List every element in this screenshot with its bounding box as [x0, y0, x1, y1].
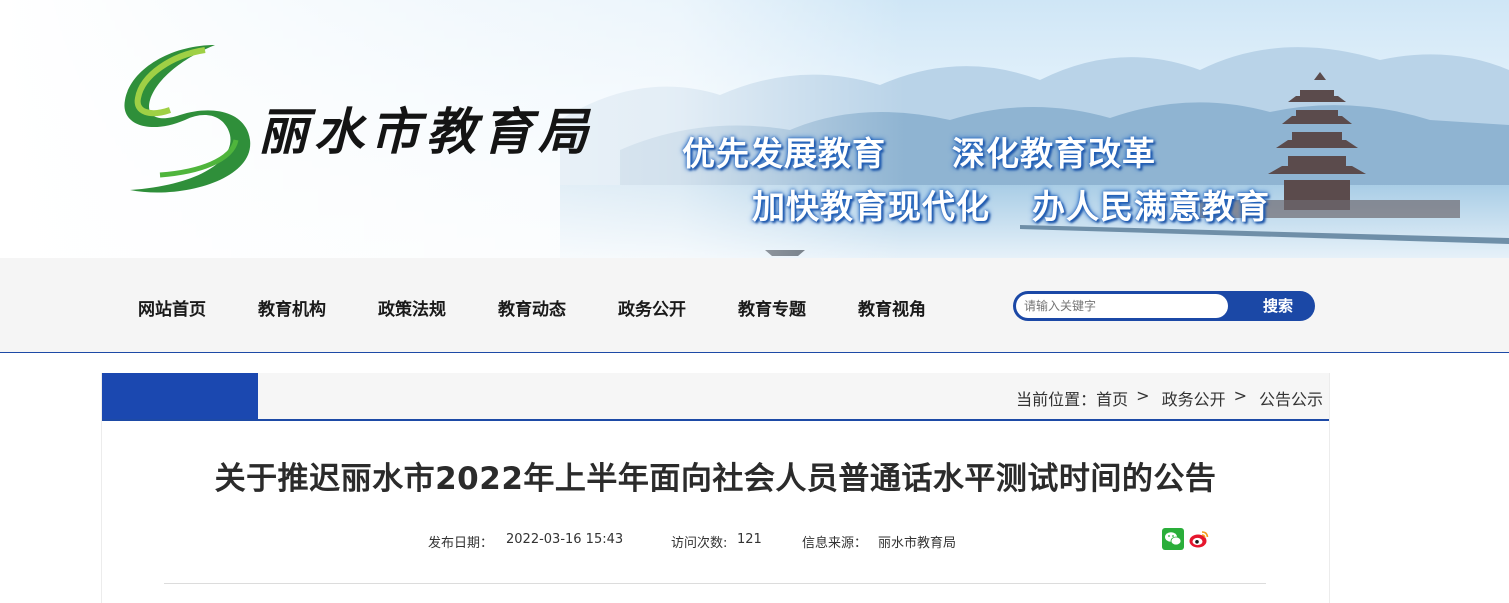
- section-tab: [102, 373, 258, 419]
- publish-date-label: 发布日期：: [428, 536, 494, 551]
- source: 丽水市教育局: [878, 536, 957, 551]
- nav-item-topics[interactable]: 教育专题: [738, 295, 806, 320]
- breadcrumb-home[interactable]: 首页: [1096, 386, 1128, 410]
- breadcrumb-announcements[interactable]: 公告公示: [1259, 386, 1323, 410]
- article-title: 关于推迟丽水市2022年上半年面向社会人员普通话水平测试时间的公告: [214, 461, 1217, 497]
- site-banner: 丽水市教育局 优先发展教育 深化教育改革 加快教育现代化 办人民满意教育: [0, 0, 1509, 258]
- breadcrumb-government-affairs[interactable]: 政务公开: [1162, 386, 1226, 410]
- publish-date: 2022-03-16 15:43: [506, 532, 624, 547]
- content-divider: [164, 583, 1266, 584]
- search-button[interactable]: 搜索: [1245, 291, 1311, 321]
- nav-item-home[interactable]: 网站首页: [138, 295, 206, 320]
- weibo-icon[interactable]: [1188, 528, 1210, 550]
- nav-item-perspectives[interactable]: 教育视角: [858, 295, 926, 320]
- breadcrumb-bar: 当前位置： 首页 > 政务公开 > 公告公示: [102, 373, 1329, 421]
- visit-count-label: 访问次数:: [671, 536, 728, 551]
- article-container: 当前位置： 首页 > 政务公开 > 公告公示 关于推迟丽水市2022年上半年面向…: [101, 373, 1330, 603]
- search-input[interactable]: [1016, 294, 1228, 318]
- breadcrumb-separator: >: [1233, 386, 1247, 405]
- nav-item-institutions[interactable]: 教育机构: [258, 295, 326, 320]
- search-bar: 搜索: [1013, 291, 1315, 321]
- breadcrumb: 当前位置： 首页 > 政务公开 > 公告公示: [1016, 386, 1323, 410]
- source-label: 信息来源：: [802, 536, 868, 551]
- nav-item-policies[interactable]: 政策法规: [378, 295, 446, 320]
- slogan-1: 优先发展教育: [682, 134, 886, 173]
- wechat-icon[interactable]: [1162, 528, 1184, 550]
- breadcrumb-prefix: 当前位置：: [1016, 390, 1097, 409]
- slogan-4: 办人民满意教育: [1032, 187, 1270, 226]
- breadcrumb-separator: >: [1136, 386, 1150, 405]
- slogan-3: 加快教育现代化: [752, 187, 990, 226]
- visit-count: 121: [737, 532, 762, 547]
- nav-item-government-affairs[interactable]: 政务公开: [618, 295, 686, 320]
- nav-item-news[interactable]: 教育动态: [498, 295, 566, 320]
- site-name: 丽水市教育局: [258, 102, 594, 161]
- slogan-2: 深化教育改革: [952, 134, 1156, 173]
